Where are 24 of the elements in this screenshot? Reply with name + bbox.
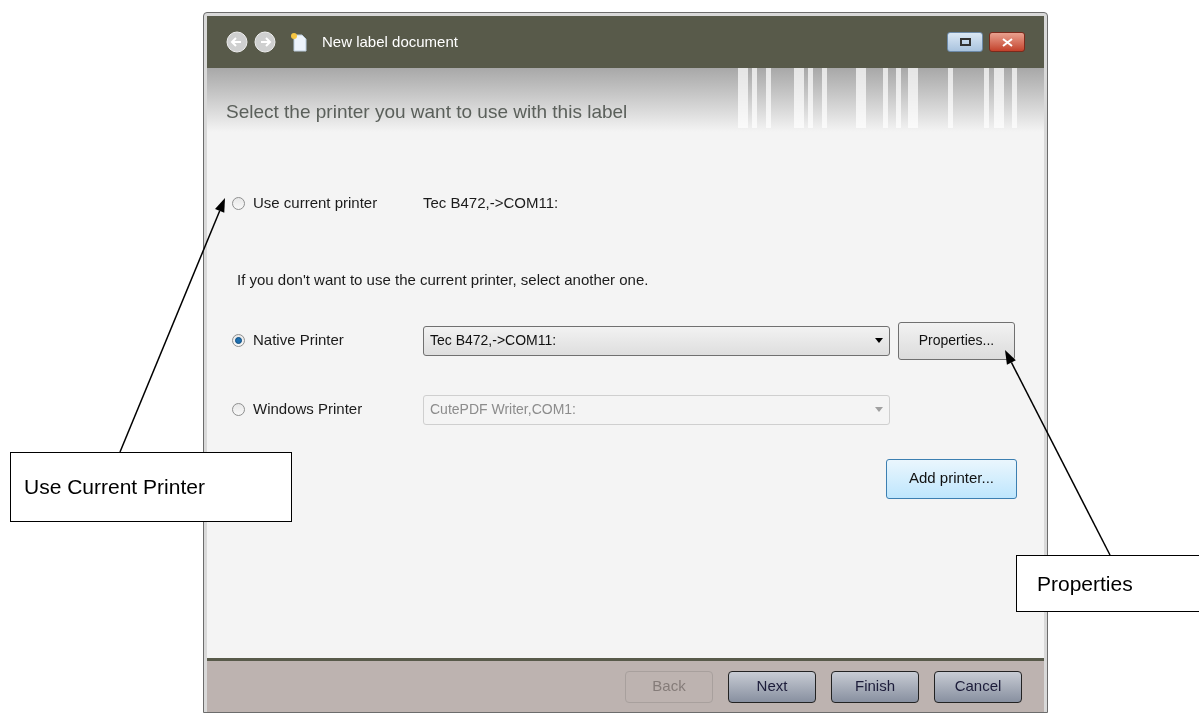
instruction-text: If you don't want to use the current printer, select another one. [237,270,650,290]
callout-box: Properties [1016,555,1199,612]
radio-button[interactable] [232,196,245,210]
close-icon [1001,37,1013,47]
callout-box: Use Current Printer [10,452,292,522]
add-printer-button[interactable]: Add printer... [886,458,1017,499]
footer-button[interactable]: Finish [831,670,919,703]
close-button[interactable] [989,32,1025,52]
radio-label[interactable]: Use current printer [253,191,423,215]
printer-dropdown[interactable]: Tec B472,->COM11: [423,325,890,356]
properties-button[interactable]: Properties... [898,321,1015,360]
caret-icon [875,407,883,412]
back-icon[interactable] [226,31,248,53]
radio-button[interactable] [232,334,245,347]
footer-button[interactable]: Cancel [934,670,1022,703]
page-heading: Select the printer you want to use with this label [226,99,628,124]
maximize-button[interactable] [947,32,983,52]
caret-icon [875,338,883,343]
current-printer-value: Tec B472,->COM11: [423,192,559,213]
radio-label[interactable]: Native Printer [253,329,423,352]
footer-button[interactable]: Next [728,670,816,703]
new-document-icon [290,32,308,52]
window-title: New label document [322,31,458,52]
forward-icon[interactable] [254,31,276,53]
